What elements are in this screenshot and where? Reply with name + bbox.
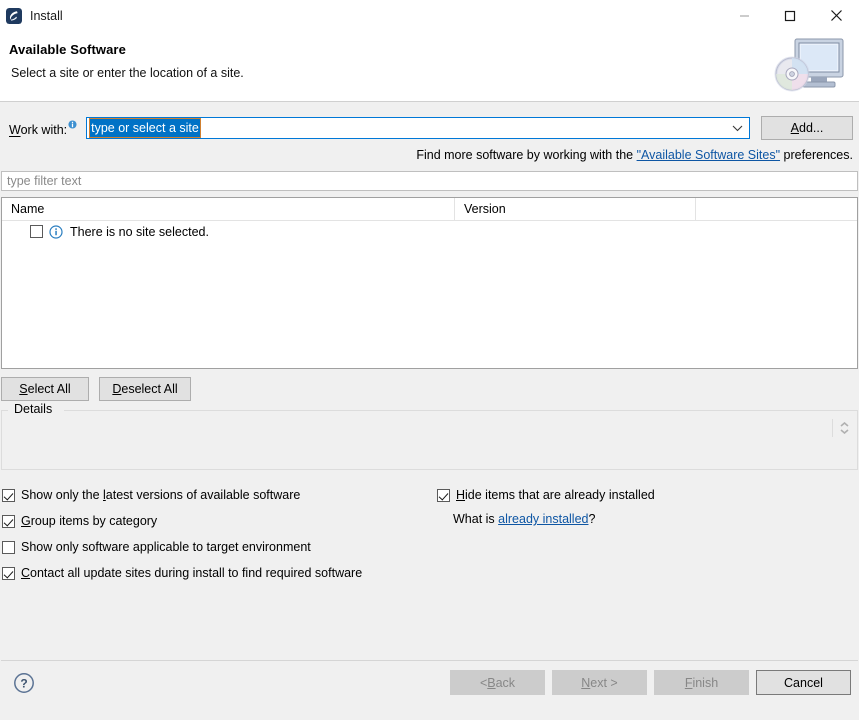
add-button-label: dd... (799, 121, 824, 135)
title-bar: Install (0, 0, 859, 31)
table-column-version[interactable]: Version (454, 198, 695, 220)
next-label: ext > (590, 675, 618, 690)
info-icon (49, 224, 63, 239)
checkbox-box[interactable] (2, 514, 15, 528)
details-legend: Details (10, 402, 57, 416)
svg-text:?: ? (20, 677, 27, 691)
install-dialog: Install Available Software Select a site… (0, 0, 859, 720)
checkbox-hide-already-installed[interactable]: Hide items that are already installed (435, 482, 655, 508)
wizard-buttons: < Back Next > Finish Cancel (450, 670, 851, 695)
label-post: roup items by category (30, 514, 158, 528)
find-more-suffix: preferences. (780, 148, 854, 162)
monitor-with-disc-icon (767, 36, 851, 98)
label-mnemonic: C (21, 566, 31, 580)
info-icon (68, 118, 77, 129)
available-software-sites-link[interactable]: "Available Software Sites" (637, 148, 780, 162)
what-is-already-installed-text: What is already installed? (453, 512, 655, 526)
label-mnemonic: H (456, 488, 466, 502)
back-label: ack (495, 675, 516, 690)
footer-bar: ? < Back Next > Finish Cancel (0, 661, 859, 720)
checkbox-label: Show only software applicable to target … (21, 540, 311, 554)
page-header: Available Software Select a site or ente… (0, 31, 859, 102)
details-border-left (2, 410, 8, 411)
add-button[interactable]: Add... (761, 116, 853, 140)
table-row[interactable]: There is no site selected. (2, 221, 857, 242)
finish-mnemonic: F (684, 675, 693, 690)
find-more-prefix: Find more software by working with the (416, 148, 637, 162)
label-post: ide items that are already installed (465, 488, 655, 502)
chevron-down-icon[interactable] (729, 118, 745, 138)
already-installed-link[interactable]: already installed (498, 512, 588, 526)
work-with-label-text: ork with: (20, 123, 68, 138)
next-button[interactable]: Next > (552, 670, 647, 695)
close-icon[interactable] (813, 0, 859, 31)
filter-input[interactable]: type filter text (1, 171, 858, 191)
find-more-text: Find more software by working with the "… (0, 140, 859, 162)
back-mnemonic: B (487, 675, 496, 690)
whatis-prefix: What is (453, 512, 499, 526)
window-controls (721, 0, 859, 31)
label-post: atest versions of available software (105, 488, 301, 502)
checkbox-label: Group items by category (21, 514, 157, 528)
work-with-row: Work with: type or select a site Add... (0, 102, 859, 140)
whatis-suffix: ? (588, 512, 596, 526)
table-column-name[interactable]: Name (2, 198, 454, 220)
label-pre: Show only the (21, 488, 103, 502)
checkbox-show-latest-versions[interactable]: Show only the latest versions of availab… (0, 482, 430, 508)
eclipse-install-icon (6, 7, 22, 24)
finish-button[interactable]: Finish (654, 670, 749, 695)
work-with-label-mnemonic: W (9, 123, 21, 138)
checkbox-box[interactable] (2, 540, 15, 554)
label-post: how only software applicable to target e… (29, 540, 311, 554)
filter-placeholder: type filter text (7, 174, 82, 188)
work-with-label: Work with: (9, 118, 77, 138)
checkbox-group-items-by-category[interactable]: Group items by category (0, 508, 430, 534)
label-post: ontact all update sites during install t… (30, 566, 363, 580)
deselect-all-mnemonic: D (112, 382, 122, 396)
page-title: Available Software (9, 42, 126, 57)
selection-button-row: Select All Deselect All (1, 377, 859, 401)
checkbox-show-applicable-target-environment[interactable]: Show only software applicable to target … (0, 534, 430, 560)
options-area: Show only the latest versions of availab… (0, 482, 859, 582)
table-header: Name Version (2, 198, 857, 221)
maximize-icon[interactable] (767, 0, 813, 31)
options-left-column: Show only the latest versions of availab… (0, 482, 430, 586)
back-prefix: < (479, 675, 488, 690)
spinner-up-down-icon[interactable] (832, 419, 851, 437)
cancel-button[interactable]: Cancel (756, 670, 851, 695)
checkbox-label: Hide items that are already installed (456, 488, 655, 502)
checkbox-box[interactable] (437, 488, 450, 502)
deselect-all-button[interactable]: Deselect All (99, 377, 191, 401)
select-all-mnemonic: S (19, 382, 28, 396)
options-right-column: Hide items that are already installed Wh… (435, 482, 655, 526)
help-question-icon[interactable]: ? (13, 672, 35, 694)
row-checkbox[interactable] (30, 225, 43, 238)
checkbox-box[interactable] (2, 566, 15, 580)
work-with-combo-value[interactable]: type or select a site (89, 118, 201, 138)
finish-label: inish (692, 675, 719, 690)
dialog-body: Work with: type or select a site Add... … (0, 102, 859, 720)
checkbox-box[interactable] (2, 488, 15, 502)
back-button[interactable]: < Back (450, 670, 545, 695)
minimize-icon[interactable] (721, 0, 767, 31)
window-title: Install (30, 8, 63, 23)
details-group: Details (1, 402, 858, 470)
select-all-label: elect All (27, 382, 71, 396)
work-with-combo[interactable]: type or select a site (86, 117, 750, 139)
deselect-all-label: eselect All (121, 382, 178, 396)
software-table[interactable]: Name Version There is no site selected. (1, 197, 858, 369)
select-all-button[interactable]: Select All (1, 377, 89, 401)
add-button-mnemonic: A (790, 121, 799, 135)
checkbox-contact-all-update-sites[interactable]: Contact all update sites during install … (0, 560, 430, 586)
label-mnemonic: G (21, 514, 31, 528)
details-border-right (64, 410, 857, 411)
page-subtitle: Select a site or enter the location of a… (11, 66, 244, 80)
row-name: There is no site selected. (70, 224, 209, 239)
next-mnemonic: N (581, 675, 591, 690)
table-column-filler (695, 198, 857, 220)
checkbox-label: Show only the latest versions of availab… (21, 488, 300, 502)
checkbox-label: Contact all update sites during install … (21, 566, 362, 580)
